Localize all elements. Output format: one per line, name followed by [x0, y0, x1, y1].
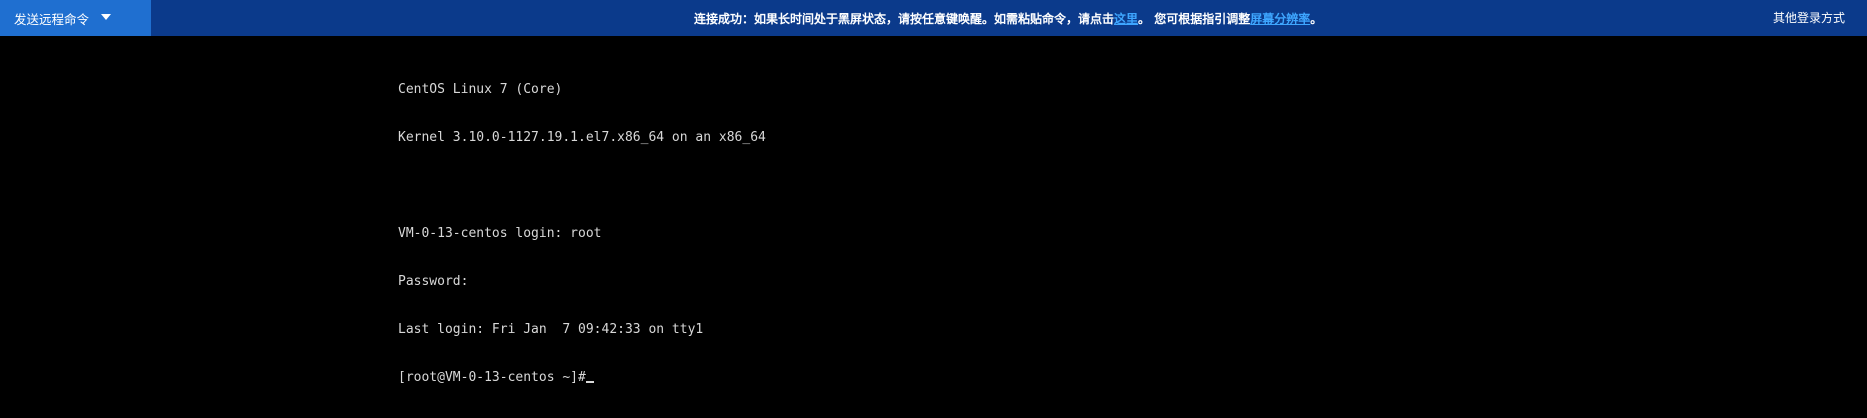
paste-command-link[interactable]: 这里 — [1114, 10, 1138, 27]
terminal-line: VM-0-13-centos login: root — [398, 226, 602, 241]
other-login-methods-button[interactable]: 其他登录方式 — [1773, 0, 1845, 34]
send-remote-command-label: 发送远程命令 — [14, 11, 90, 27]
terminal-line: Password: — [398, 274, 469, 289]
terminal-prompt-line: [root@VM-0-13-centos ~]# — [398, 370, 766, 386]
notice-text-prefix: 连接成功：如果长时间处于黑屏状态，请按任意键唤醒。如需粘贴命令，请点击 — [694, 11, 1115, 26]
send-remote-command-button[interactable]: 发送远程命令 — [0, 0, 151, 36]
caret-down-icon — [101, 14, 112, 20]
terminal-line: Last login: Fri Jan 7 09:42:33 on tty1 — [398, 322, 704, 337]
terminal-line: Kernel 3.10.0-1127.19.1.el7.x86_64 on an… — [398, 130, 766, 145]
terminal-cursor — [585, 381, 594, 383]
top-toolbar: 发送远程命令 连接成功：如果长时间处于黑屏状态，请按任意键唤醒。如需粘贴命令，请… — [0, 0, 1867, 36]
screen-resolution-link[interactable]: 屏幕分辨率 — [1250, 10, 1310, 27]
notice-text-suffix: 。 — [1310, 11, 1323, 26]
terminal-line: CentOS Linux 7 (Core) — [398, 82, 563, 97]
notice-text-middle: 。 您可根据指引调整 — [1138, 11, 1251, 26]
connection-notice: 连接成功：如果长时间处于黑屏状态，请按任意键唤醒。如需粘贴命令，请点击 这里。 您… — [694, 0, 1322, 36]
terminal-screen[interactable]: CentOS Linux 7 (Core) Kernel 3.10.0-1127… — [0, 36, 1867, 405]
terminal-prompt: [root@VM-0-13-centos ~]# — [398, 370, 586, 385]
terminal-output: CentOS Linux 7 (Core) Kernel 3.10.0-1127… — [398, 50, 766, 418]
